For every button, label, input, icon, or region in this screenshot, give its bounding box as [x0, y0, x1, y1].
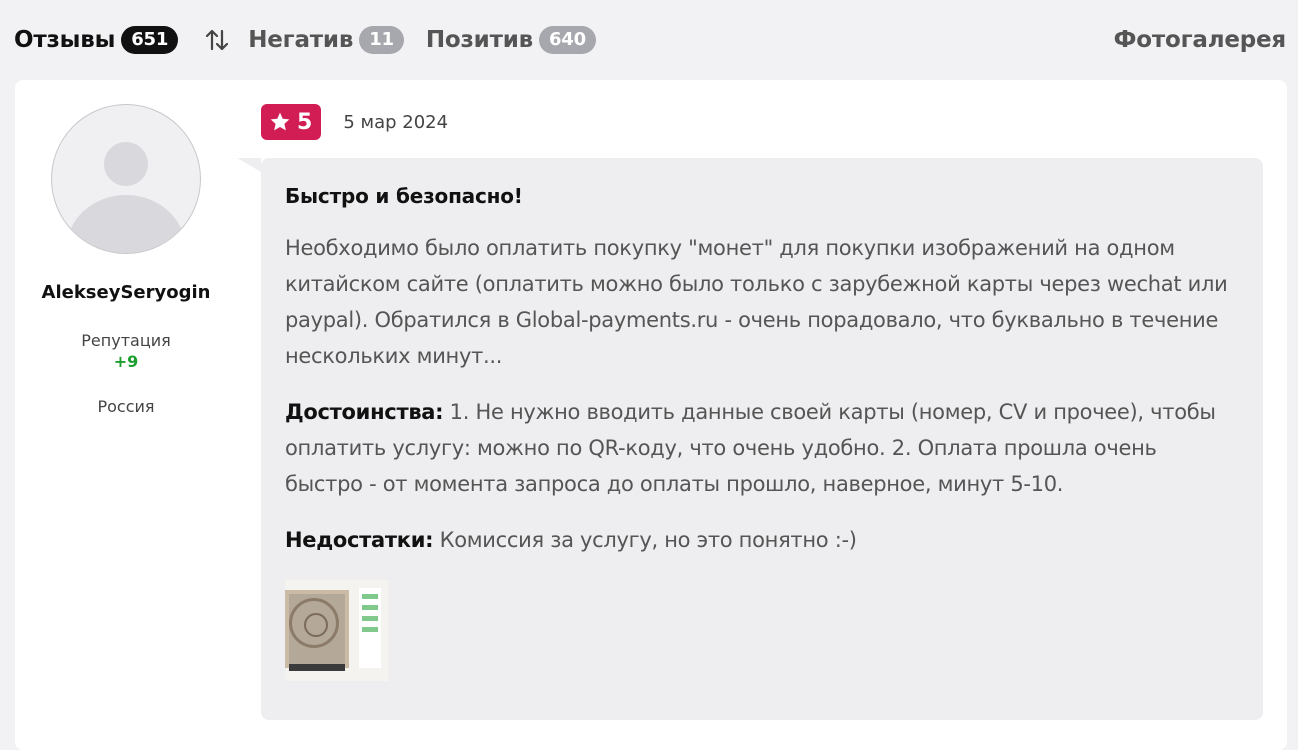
- review-photo-thumbnail[interactable]: [285, 580, 388, 681]
- review-text[interactable]: Необходимо было оплатить покупку "монет"…: [285, 230, 1239, 374]
- avatar-head-shape: [104, 142, 148, 186]
- author-name[interactable]: AlekseySeryogin: [15, 282, 237, 303]
- tab-reviews[interactable]: Отзывы 651: [14, 26, 179, 54]
- reputation-value: +9: [113, 352, 139, 371]
- avatar-body-shape: [66, 195, 186, 253]
- review-tabs-bar: Отзывы 651 Негатив 11 Позитив 640 Фотога…: [14, 22, 1286, 58]
- rating-badge: 5: [261, 104, 322, 140]
- tab-reviews-label: Отзывы: [14, 27, 116, 53]
- bubble-tail: [237, 158, 261, 172]
- review-date: 5 мар 2024: [343, 111, 449, 133]
- cons-text: Комиссия за услугу, но это понятно :-): [433, 528, 857, 552]
- tab-positive[interactable]: Позитив 640: [426, 26, 596, 54]
- review-card: AlekseySeryogin Репутация +9 Россия 5 5 …: [15, 80, 1287, 750]
- author-avatar[interactable]: [51, 104, 201, 254]
- photo-caption-bar: [289, 664, 345, 671]
- tab-negative-count: 11: [359, 26, 404, 54]
- tab-positive-count: 640: [538, 26, 596, 54]
- tab-negative-label: Негатив: [248, 27, 354, 53]
- review-author: AlekseySeryogin Репутация +9 Россия: [15, 104, 237, 416]
- cons-label: Недостатки:: [285, 528, 434, 552]
- sort-arrows-icon: [206, 29, 229, 51]
- tab-negative[interactable]: Негатив 11: [248, 26, 404, 54]
- photo-rosette-shape: [289, 598, 339, 648]
- review-cons: Недостатки: Комиссия за услугу, но это п…: [285, 522, 1239, 558]
- review-meta: 5 5 мар 2024: [261, 104, 448, 140]
- tab-positive-label: Позитив: [425, 27, 533, 53]
- star-icon: [270, 112, 290, 131]
- pros-label: Достоинства:: [285, 400, 444, 424]
- review-pros: Достоинства: 1. Не нужно вводить данные …: [285, 394, 1239, 502]
- rating-value: 5: [297, 109, 313, 135]
- sort-button[interactable]: [200, 23, 234, 57]
- review-title[interactable]: Быстро и безопасно!: [285, 184, 1239, 208]
- reputation-label: Репутация: [81, 331, 171, 350]
- author-country: Россия: [97, 397, 155, 416]
- tab-reviews-count: 651: [121, 26, 179, 54]
- photo-gallery-link[interactable]: Фотогалерея: [1114, 27, 1287, 53]
- review-body: Быстро и безопасно! Необходимо было опла…: [237, 158, 1263, 720]
- photo-side-panel: [359, 588, 381, 668]
